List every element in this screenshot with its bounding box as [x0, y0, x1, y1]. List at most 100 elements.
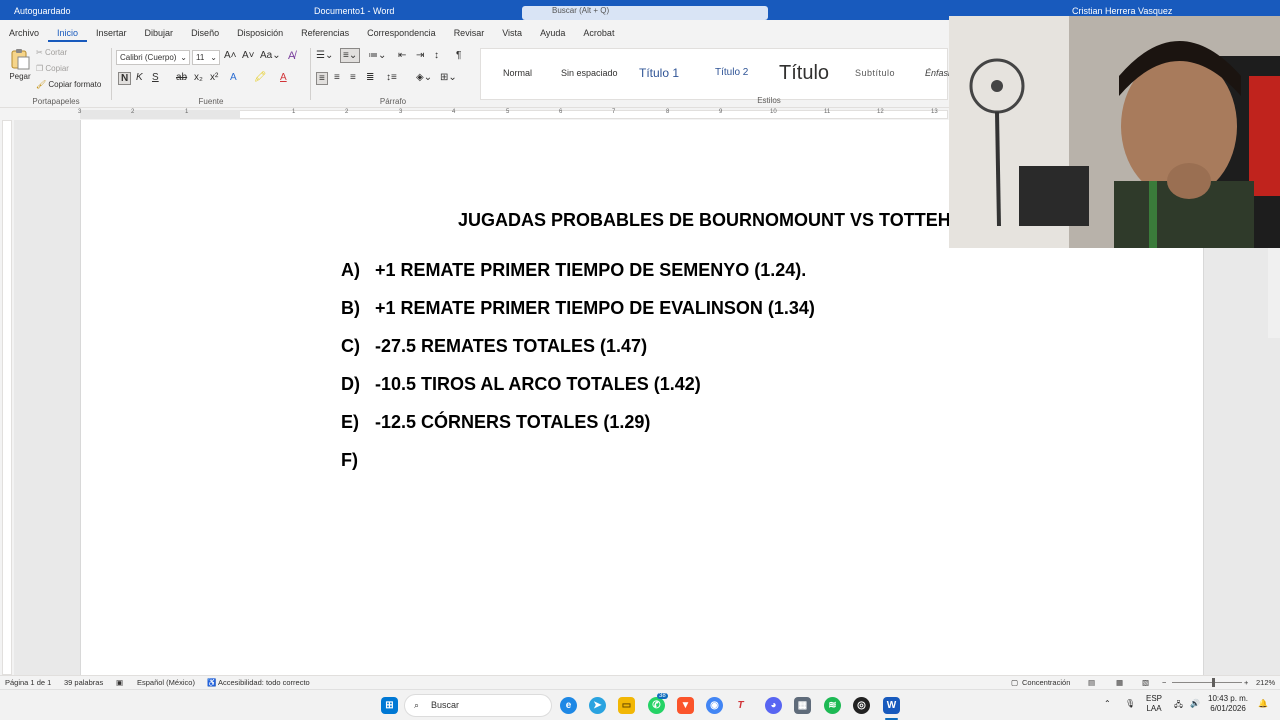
- zoom-out-button[interactable]: −: [1162, 678, 1166, 687]
- paste-button[interactable]: Pegar: [6, 48, 34, 81]
- tab-diseno[interactable]: Diseño: [182, 26, 228, 42]
- language-indicator[interactable]: Español (México): [137, 678, 195, 687]
- font-color-icon[interactable]: A: [280, 72, 287, 83]
- autosave-label: Autoguardado: [14, 6, 71, 16]
- tab-dibujar[interactable]: Dibujar: [136, 26, 183, 42]
- paragraph-group: ☰⌄ ≡⌄ ≔⌄ ⇤ ⇥ ↕ ¶ ≡ ≡ ≡ ≣ ↕≡ ◈⌄ ⊞⌄ Párraf…: [312, 48, 474, 106]
- vertical-scrollbar[interactable]: [1268, 248, 1280, 338]
- justify-icon[interactable]: ≣: [366, 72, 374, 83]
- shading-icon[interactable]: ◈⌄: [416, 72, 432, 83]
- clear-format-icon[interactable]: A̸: [288, 50, 295, 62]
- bold-icon[interactable]: N: [118, 72, 132, 85]
- ruler-number: 2: [131, 109, 135, 115]
- chrome-icon[interactable]: ◉: [706, 697, 723, 714]
- whatsapp-icon[interactable]: ✆: [648, 697, 665, 714]
- style-heading-2[interactable]: Título 2: [715, 59, 748, 87]
- microphone-icon[interactable]: 🎙: [1125, 699, 1135, 708]
- tab-inicio[interactable]: Inicio: [48, 26, 88, 42]
- typing-app-icon[interactable]: T: [732, 697, 749, 714]
- sort-icon[interactable]: ↕: [434, 50, 439, 61]
- align-left-icon[interactable]: ≡: [316, 72, 328, 85]
- numbering-icon[interactable]: ≡⌄: [340, 48, 361, 63]
- tab-revisar[interactable]: Revisar: [445, 26, 494, 42]
- tab-acrobat[interactable]: Acrobat: [574, 26, 623, 42]
- obs-icon[interactable]: ◎: [853, 697, 870, 714]
- tab-correspondencia[interactable]: Correspondencia: [358, 26, 445, 42]
- tab-referencias[interactable]: Referencias: [292, 26, 358, 42]
- tab-archivo[interactable]: Archivo: [0, 26, 48, 42]
- style-title[interactable]: Título: [779, 59, 829, 87]
- style-subtitle[interactable]: Subtítulo: [855, 59, 895, 87]
- borders-icon[interactable]: ⊞⌄: [440, 72, 457, 83]
- notification-bell-icon[interactable]: 🔔: [1258, 699, 1268, 708]
- zoom-slider-thumb[interactable]: [1212, 678, 1215, 687]
- network-icon[interactable]: 🖧: [1174, 699, 1183, 713]
- font-size-select[interactable]: 11 ⌄: [192, 50, 220, 65]
- date-label: 6/01/2026: [1210, 704, 1246, 713]
- calculator-icon[interactable]: ▦: [794, 697, 811, 714]
- focus-mode-button[interactable]: Concentración: [1022, 678, 1070, 687]
- style-heading-1[interactable]: Título 1: [639, 59, 679, 87]
- spotify-icon[interactable]: ≋: [824, 697, 841, 714]
- font-family-select[interactable]: Calibri (Cuerpo) ⌄: [116, 50, 190, 65]
- discord-icon[interactable]: ◕: [765, 697, 782, 714]
- telegram-icon[interactable]: ➤: [589, 697, 606, 714]
- web-layout-icon[interactable]: ▧: [1142, 678, 1149, 687]
- windows-start-icon[interactable]: ⊞: [381, 697, 398, 714]
- align-center-icon[interactable]: ≡: [334, 72, 340, 83]
- decrease-indent-icon[interactable]: ⇤: [398, 50, 406, 61]
- print-layout-icon[interactable]: ▦: [1116, 678, 1123, 687]
- line-spacing-icon[interactable]: ↕≡: [386, 72, 397, 83]
- format-painter-button[interactable]: 🖌 Copiar formato: [36, 80, 101, 89]
- shrink-font-icon[interactable]: A˅: [242, 50, 255, 61]
- taskbar-search[interactable]: ⌕ Buscar: [404, 694, 552, 717]
- zoom-level[interactable]: 212%: [1256, 678, 1275, 687]
- divider: [310, 48, 311, 100]
- volume-icon[interactable]: 🔊: [1190, 699, 1200, 708]
- italic-icon[interactable]: K: [136, 72, 143, 83]
- style-no-spacing[interactable]: Sin espaciado: [561, 59, 618, 87]
- page-count[interactable]: Página 1 de 1: [5, 678, 51, 687]
- superscript-icon[interactable]: x²: [210, 72, 218, 83]
- cut-button[interactable]: ✂ Cortar: [36, 48, 67, 57]
- text-effects-icon[interactable]: A: [230, 72, 237, 83]
- accessibility-status[interactable]: Accesibilidad: todo correcto: [218, 678, 310, 687]
- zoom-in-button[interactable]: +: [1244, 678, 1248, 687]
- read-mode-icon[interactable]: ▤: [1088, 678, 1095, 687]
- tab-ayuda[interactable]: Ayuda: [531, 26, 574, 42]
- bullets-icon[interactable]: ☰⌄: [316, 50, 333, 61]
- styles-gallery: Normal Sin espaciado Título 1 Título 2 T…: [480, 48, 955, 100]
- align-right-icon[interactable]: ≡: [350, 72, 356, 83]
- style-normal[interactable]: Normal: [503, 59, 532, 87]
- ruler-number: 9: [719, 109, 723, 115]
- underline-icon[interactable]: S: [152, 72, 159, 83]
- pilcrow-icon[interactable]: ¶: [456, 50, 461, 61]
- increase-indent-icon[interactable]: ⇥: [416, 50, 424, 61]
- ruler-number: 2: [345, 109, 349, 115]
- change-case-icon[interactable]: Aa⌄: [260, 50, 281, 61]
- strikethrough-icon[interactable]: ab: [176, 72, 187, 83]
- subscript-icon[interactable]: x₂: [194, 72, 203, 83]
- word-icon[interactable]: W: [883, 697, 900, 714]
- tab-disposicion[interactable]: Disposición: [228, 26, 292, 42]
- title-search-box[interactable]: Buscar (Alt + Q): [522, 6, 768, 20]
- paste-icon: [11, 49, 30, 70]
- file-explorer-icon[interactable]: ▭: [618, 697, 635, 714]
- input-language[interactable]: ESP LAA: [1146, 694, 1162, 714]
- tab-insertar[interactable]: Insertar: [87, 26, 136, 42]
- edge-icon[interactable]: e: [560, 697, 577, 714]
- zoom-slider[interactable]: [1172, 682, 1242, 683]
- copy-button[interactable]: ❐ Copiar: [36, 64, 69, 73]
- proofing-icon[interactable]: ▣: [116, 678, 123, 687]
- multilevel-list-icon[interactable]: ≔⌄: [368, 50, 386, 61]
- clock[interactable]: 10:43 p. m. 6/01/2026: [1208, 694, 1248, 714]
- highlight-icon[interactable]: 🖍: [254, 72, 267, 83]
- font-family-value: Calibri (Cuerpo): [120, 53, 177, 62]
- vertical-ruler[interactable]: [2, 120, 12, 675]
- ruler-number: 3: [399, 109, 403, 115]
- grow-font-icon[interactable]: A˄: [224, 50, 237, 61]
- word-count[interactable]: 39 palabras: [64, 678, 103, 687]
- chevron-up-icon[interactable]: ⌃: [1104, 699, 1111, 708]
- brave-icon[interactable]: ▼: [677, 697, 694, 714]
- tab-vista[interactable]: Vista: [493, 26, 531, 42]
